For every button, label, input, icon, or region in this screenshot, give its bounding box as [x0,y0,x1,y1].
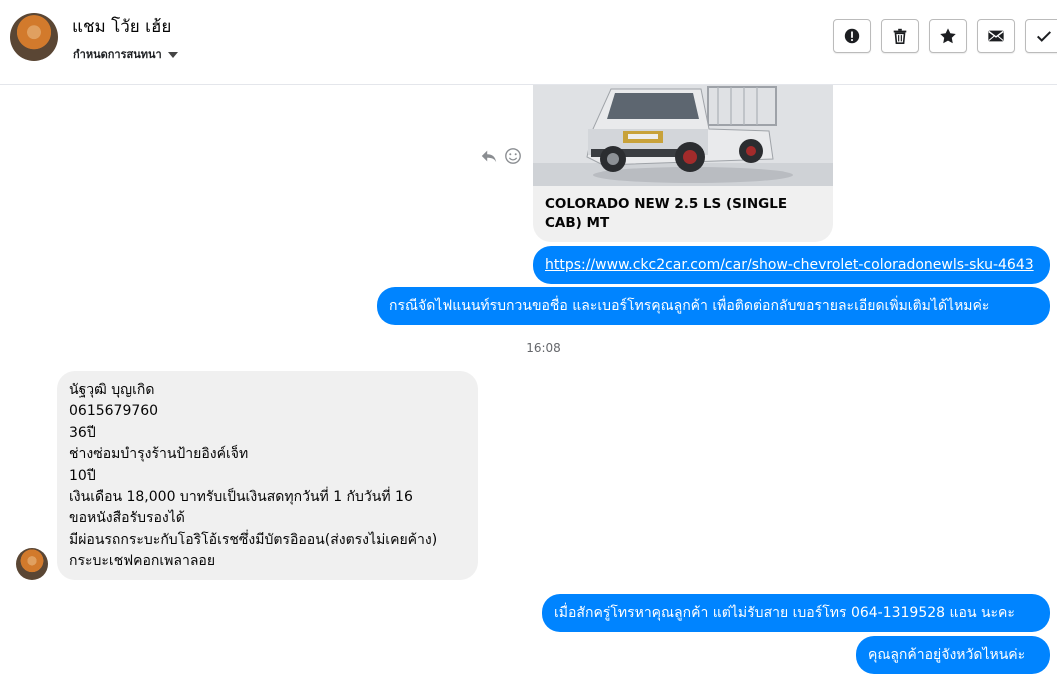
mark-done-button[interactable] [1025,19,1057,53]
alert-icon [844,28,860,44]
car-thumbnail [533,85,833,186]
contact-name[interactable]: แชม โวัย เฮ้ย [72,13,171,40]
message-line: 0615679760 [69,403,159,420]
message-link-bubble[interactable]: https://www.ckc2car.com/car/show-chevrol… [533,246,1050,284]
message-line: 36ปี [69,424,96,441]
message-incoming[interactable]: นัฐวุฒิ บุญเกิด 0615679760 36ปี ช่างซ่อม… [57,371,478,580]
message-line: นัฐวุฒิ บุญเกิด [69,382,155,398]
mark-unread-button[interactable] [977,19,1015,53]
message-outgoing[interactable]: คุณลูกค้าอยู่จังหวัดไหนค่ะ [856,636,1050,674]
reply-icon[interactable] [480,147,498,165]
star-button[interactable] [929,19,967,53]
delete-button[interactable] [881,19,919,53]
message-line: ขอหนังสือรับรองได้ [69,510,185,527]
emoji-reaction-icon[interactable] [504,147,522,165]
link-preview-title: COLORADO NEW 2.5 LS (SINGLE CAB) MT [545,196,788,231]
message-line: มีผ่อนรถกระบะกับโอริโอ้เรชซึ่งมีบัตรอิออ… [69,531,438,548]
star-icon [940,28,956,44]
message-thread[interactable]: COLORADO NEW 2.5 LS (SINGLE CAB) MT http… [0,85,1057,683]
message-outgoing[interactable]: กรณีจัดไฟแนนท์รบกวนขอชื่อ และเบอร์โทรคุณ… [377,287,1050,325]
message-line: ช่างซ่อมบำรุงร้านป้ายอิงค์เจ็ท [69,446,249,463]
message-line: กระบะเชฟคอกเพลาลอย [69,553,216,570]
conversation-header: แชม โวัย เฮ้ย กำหนดการสนทนา [0,0,1057,85]
message-line: 10ปี [69,467,96,484]
message-line: เงินเดือน 18,000 บาทรับเป็นเงินสดทุกวันท… [69,489,413,506]
check-icon [1036,31,1052,42]
message-outgoing[interactable]: เมื่อสักครู่โทรหาคุณลูกค้า แต่ไม่รับสาย … [542,594,1050,632]
conversation-status-dropdown[interactable]: กำหนดการสนทนา [73,45,178,63]
message-timestamp: 16:08 [526,341,561,355]
sender-avatar[interactable] [16,548,48,580]
link-preview-card[interactable]: COLORADO NEW 2.5 LS (SINGLE CAB) MT [533,85,833,242]
mark-spam-button[interactable] [833,19,871,53]
caret-down-icon [167,52,178,58]
conversation-status-label: กำหนดการสนทนา [73,48,162,61]
message-link[interactable]: https://www.ckc2car.com/car/show-chevrol… [545,257,1034,273]
avatar[interactable] [10,13,58,61]
envelope-icon [988,30,1004,42]
trash-icon [893,28,907,45]
